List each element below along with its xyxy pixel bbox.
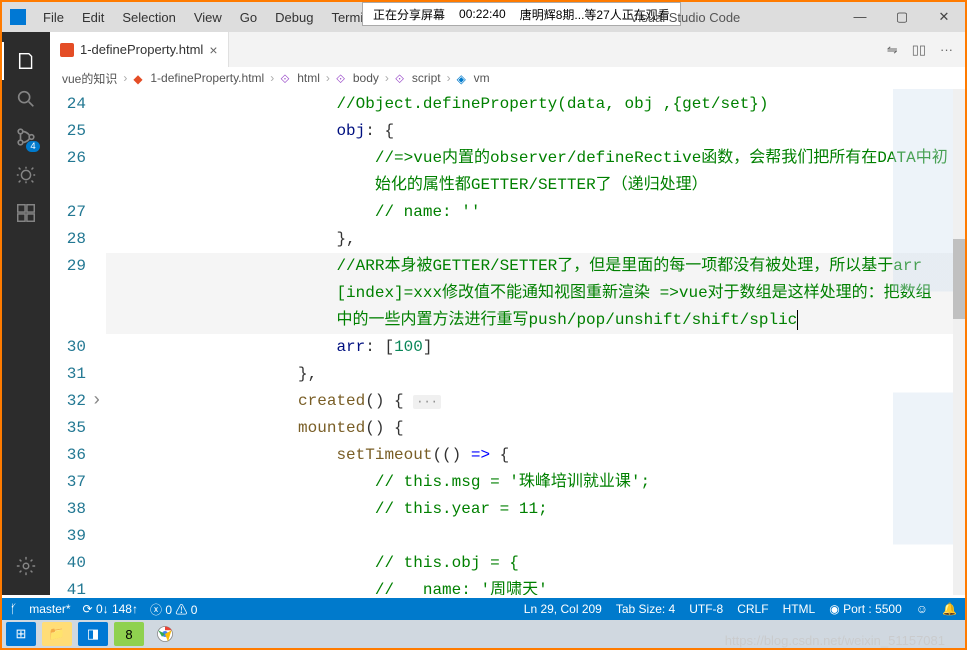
status-bar: ᚶ master* ⟳ 0↓ 148↑ ⓧ 0 ⚠ 0 Ln 29, Col 2… — [2, 598, 965, 620]
code-content[interactable]: //Object.defineProperty(data, obj ,{get/… — [106, 89, 965, 595]
error-icon: ⓧ — [150, 603, 162, 617]
menu-edit[interactable]: Edit — [73, 4, 113, 31]
windows-start-icon[interactable]: ⊞ — [6, 622, 36, 646]
menu-file[interactable]: File — [34, 4, 73, 31]
status-eol[interactable]: CRLF — [737, 602, 768, 616]
watermark-text: https://blog.csdn.net/weixin_51157081 — [725, 633, 945, 648]
activity-settings-icon[interactable] — [2, 547, 50, 585]
bracket-icon: ⟐ — [395, 72, 407, 84]
code-editor[interactable]: 24252627282930313235363738394041 //Objec… — [50, 89, 965, 595]
tab-close-icon[interactable]: × — [209, 42, 217, 58]
menu-view[interactable]: View — [185, 4, 231, 31]
warning-icon: ⚠ — [175, 603, 187, 617]
variable-icon: ◈ — [457, 72, 469, 84]
broadcast-icon: ◉ — [829, 602, 839, 616]
scrollbar-thumb[interactable] — [953, 239, 965, 319]
status-cursor[interactable]: Ln 29, Col 209 — [524, 602, 602, 616]
share-label: 正在分享屏幕 — [373, 6, 445, 23]
activity-explorer-icon[interactable] — [2, 42, 50, 80]
chevron-right-icon: › — [447, 71, 451, 85]
status-branch[interactable]: master* — [29, 602, 70, 616]
status-problems[interactable]: ⓧ 0 ⚠ 0 — [150, 601, 197, 618]
html-file-icon: ◆ — [133, 72, 145, 84]
breadcrumb-item[interactable]: 1-defineProperty.html — [150, 71, 264, 85]
vscode-app-icon — [10, 9, 26, 25]
bell-icon[interactable]: 🔔 — [942, 602, 957, 616]
breadcrumb[interactable]: vue的知识 › ◆ 1-defineProperty.html › ⟐ htm… — [50, 67, 965, 89]
title-bar: File Edit Selection View Go Debug Termin… — [2, 2, 965, 32]
chevron-right-icon: › — [123, 71, 127, 85]
html-file-icon — [60, 43, 74, 57]
status-sync[interactable]: ⟳ 0↓ 148↑ — [83, 602, 138, 616]
status-encoding[interactable]: UTF-8 — [689, 602, 723, 616]
window-minimize-icon[interactable]: — — [839, 2, 881, 32]
minimap[interactable] — [893, 89, 953, 595]
split-editor-icon[interactable]: ▯▯ — [912, 42, 926, 58]
breadcrumb-item[interactable]: vm — [474, 71, 490, 85]
tab-define-property[interactable]: 1-defineProperty.html × — [50, 32, 229, 67]
sync-icon: ⟳ — [83, 602, 93, 616]
status-port[interactable]: ◉ Port : 5500 — [829, 602, 902, 616]
status-language[interactable]: HTML — [783, 602, 816, 616]
feedback-icon[interactable]: ☺ — [916, 602, 928, 616]
activity-debug-icon[interactable] — [2, 156, 50, 194]
window-title: - Visual Studio Code — [622, 10, 740, 25]
status-tab-size[interactable]: Tab Size: 4 — [616, 602, 675, 616]
tab-label: 1-defineProperty.html — [80, 42, 203, 57]
breadcrumb-item[interactable]: vue的知识 — [62, 70, 117, 87]
chevron-right-icon: › — [326, 71, 330, 85]
activity-scm-icon[interactable]: 4 — [2, 118, 50, 156]
menu-debug[interactable]: Debug — [266, 4, 322, 31]
bracket-icon: ⟐ — [280, 72, 292, 84]
file-explorer-icon[interactable]: 📁 — [42, 622, 72, 646]
menu-selection[interactable]: Selection — [113, 4, 184, 31]
breadcrumb-item[interactable]: script — [412, 71, 441, 85]
window-maximize-icon[interactable]: ▢ — [881, 2, 923, 32]
vscode-taskbar-icon[interactable]: ◨ — [78, 622, 108, 646]
breadcrumb-item[interactable]: body — [353, 71, 379, 85]
activity-bar: 4 — [2, 32, 50, 595]
activity-extensions-icon[interactable] — [2, 194, 50, 232]
window-controls: — ▢ ✕ — [839, 2, 965, 32]
vertical-scrollbar[interactable] — [953, 89, 965, 595]
bracket-icon: ⟐ — [336, 72, 348, 84]
breadcrumb-item[interactable]: html — [297, 71, 320, 85]
chevron-right-icon: › — [270, 71, 274, 85]
line-number-gutter: 24252627282930313235363738394041 — [50, 89, 106, 595]
chrome-taskbar-icon[interactable] — [150, 622, 180, 646]
share-time: 00:22:40 — [459, 7, 506, 21]
scm-badge: 4 — [26, 141, 40, 152]
chevron-right-icon: › — [385, 71, 389, 85]
window-close-icon[interactable]: ✕ — [923, 2, 965, 32]
compare-changes-icon[interactable]: ⇋ — [887, 42, 898, 58]
tabs-bar: 1-defineProperty.html × ⇋ ▯▯ ··· — [50, 32, 965, 67]
windows-taskbar: ⊞ 📁 ◨ 8 https://blog.csdn.net/weixin_511… — [2, 620, 965, 648]
more-actions-icon[interactable]: ··· — [940, 42, 953, 58]
activity-search-icon[interactable] — [2, 80, 50, 118]
app-taskbar-icon[interactable]: 8 — [114, 622, 144, 646]
git-branch-icon[interactable]: ᚶ — [10, 602, 17, 616]
menu-go[interactable]: Go — [231, 4, 266, 31]
